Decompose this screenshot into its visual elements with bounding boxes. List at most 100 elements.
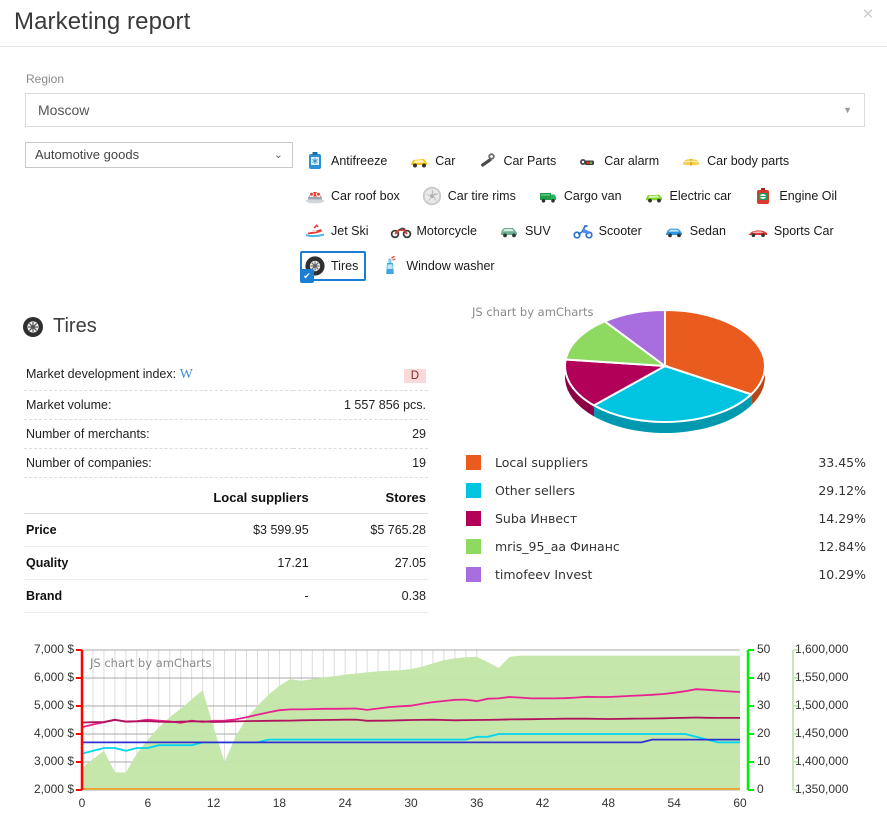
category-item-label: SUV	[524, 223, 551, 238]
line-chart-x-axis-tick: 30	[404, 796, 418, 810]
region-select-value: Moscow	[38, 102, 90, 118]
comparison-cell-local: $3 599.95	[115, 513, 311, 547]
legend-color-swatch	[466, 454, 481, 470]
line-chart-credit: JS chart by amCharts	[90, 656, 212, 670]
legend-item[interactable]: mris_95_аа Финанс 12.84%	[466, 532, 866, 560]
comparison-cell-stores: 0.38	[310, 579, 428, 613]
line-chart-volume-axis-tick: 1,400,000	[795, 754, 849, 768]
line-chart-right-axis-tick: 20	[757, 726, 771, 740]
line-chart: JS chart by amCharts 7,000 $ 6,000 $ 5,000…	[0, 636, 887, 833]
region-select[interactable]: Moscow ▼	[25, 93, 865, 127]
category-item-label: Car tire rims	[447, 188, 516, 203]
line-chart-left-axis-tick: 7,000 $	[33, 642, 74, 656]
category-item-antifreeze[interactable]: Antifreeze	[300, 146, 395, 176]
category-item-sports-car[interactable]: Sports Car	[743, 216, 842, 246]
region-label: Region	[26, 72, 65, 86]
line-chart-left-axis-tick: 3,000 $	[33, 754, 74, 768]
car-parts-icon	[476, 150, 498, 172]
line-chart-volume-axis-tick: 1,350,000	[795, 782, 849, 796]
line-chart-x-axis-tick: 36	[470, 796, 484, 810]
info-row-label: Number of companies:	[24, 448, 293, 478]
category-item-label: Sedan	[689, 223, 726, 238]
info-row-value: 29	[292, 419, 428, 449]
tires-icon	[22, 316, 44, 338]
table-row: Price $3 599.95 $5 765.28	[24, 513, 428, 547]
category-icon-row: Antifreeze Car Car Parts Car alarm Car body …	[300, 143, 880, 178]
line-chart-left-axis-tick: 2,000 $	[33, 782, 74, 796]
market-info-table: Market development index: W D Market volum…	[24, 360, 428, 478]
pie-chart-legend: Local suppliers 33.45% Other sellers 29.12%…	[466, 448, 866, 588]
category-item-sedan[interactable]: Sedan	[659, 216, 734, 246]
engine-oil-icon	[752, 185, 774, 207]
chevron-down-icon: ▼	[843, 105, 852, 115]
category-item-car-alarm[interactable]: Car alarm	[573, 146, 667, 176]
category-item-label: Window washer	[406, 258, 495, 273]
legend-item-value: 33.45%	[818, 454, 866, 470]
comparison-cell-metric: Price	[24, 513, 116, 547]
page-title: Marketing report	[14, 8, 191, 35]
category-item-label: Antifreeze	[331, 153, 388, 168]
wikipedia-link-icon[interactable]: W	[180, 367, 193, 382]
status-badge: D	[403, 368, 426, 383]
legend-item-label: Other sellers	[495, 482, 575, 498]
legend-item[interactable]: Local suppliers 33.45%	[466, 448, 866, 476]
category-item-engine-oil[interactable]: Engine Oil	[748, 181, 845, 211]
table-row: Quality 17.21 27.05	[24, 546, 428, 580]
category-item-car-roof-box[interactable]: Car roof box	[300, 181, 408, 211]
line-chart-right-axis-tick: 50	[757, 642, 771, 656]
info-row: Number of merchants: 29	[24, 419, 428, 449]
info-row-label-text: Number of companies:	[26, 456, 152, 470]
checkmark-icon: ✔	[300, 268, 314, 283]
legend-item[interactable]: Suba Инвест 14.29%	[466, 504, 866, 532]
category-item-label: Engine Oil	[779, 188, 838, 203]
category-item-electric-car[interactable]: Electric car	[639, 181, 740, 211]
car-roof-box-icon	[304, 185, 326, 207]
category-item-label: Car roof box	[331, 188, 400, 203]
category-item-car-parts[interactable]: Car Parts	[472, 146, 564, 176]
category-item-window-washer[interactable]: Window washer	[375, 251, 502, 281]
comparison-column-header: Local suppliers	[115, 482, 311, 514]
category-item-label: Car alarm	[604, 153, 660, 168]
line-chart-x-axis-tick: 54	[667, 796, 681, 810]
category-item-car-tire-rims[interactable]: Car tire rims	[417, 181, 524, 211]
category-item-cargo-van[interactable]: Cargo van	[533, 181, 630, 211]
category-item-label: Car body parts	[707, 153, 790, 168]
category-item-label: Electric car	[669, 188, 732, 203]
category-item-tires[interactable]: ✔ Tires	[300, 250, 367, 283]
comparison-column-header: Stores	[310, 482, 428, 514]
motorcycle-icon	[390, 220, 412, 242]
comparison-cell-local: -	[115, 579, 311, 613]
category-item-label: Sports Car	[773, 223, 834, 238]
legend-item[interactable]: Other sellers 29.12%	[466, 476, 866, 504]
detail-heading: Tires	[22, 315, 97, 338]
line-chart-volume-axis-tick: 1,500,000	[795, 698, 849, 712]
legend-color-swatch	[466, 482, 481, 498]
info-row: Number of companies: 19	[24, 448, 428, 478]
goods-category-select[interactable]: Automotive goods ⌄	[25, 142, 293, 168]
line-chart-x-axis-tick: 12	[206, 796, 221, 810]
line-chart-x-axis-tick: 42	[535, 796, 550, 810]
comparison-cell-stores: $5 765.28	[310, 513, 428, 547]
close-icon[interactable]: ✕	[857, 4, 879, 26]
category-item-jet-ski[interactable]: Jet Ski	[300, 216, 377, 246]
category-item-car-body-parts[interactable]: Car body parts	[676, 146, 797, 176]
sports-car-icon	[747, 220, 769, 242]
comparison-cell-stores: 27.05	[310, 546, 428, 580]
category-item-motorcycle[interactable]: Motorcycle	[386, 216, 485, 246]
category-item-suv[interactable]: SUV	[494, 216, 559, 246]
info-row-label: Market volume:	[24, 390, 293, 420]
line-chart-right-axis-tick: 10	[757, 754, 771, 768]
legend-item-label: mris_95_аа Финанс	[495, 538, 620, 554]
car-icon	[408, 150, 430, 172]
category-item-car[interactable]: Car	[404, 146, 463, 176]
pie-chart: JS chart by amCharts Local suppliers 33.4…	[455, 300, 875, 590]
comparison-cell-metric: Brand	[24, 579, 116, 613]
detail-heading-text: Tires	[53, 315, 97, 337]
window-titlebar: Marketing report ✕	[0, 0, 887, 47]
legend-item[interactable]: timofeev Invest 10.29%	[466, 560, 866, 588]
category-item-scooter[interactable]: Scooter	[568, 216, 650, 246]
info-row-value: 19	[292, 448, 428, 478]
window-washer-icon	[379, 255, 401, 277]
line-chart-left-axis-tick: 6,000 $	[33, 670, 74, 684]
legend-color-swatch	[466, 566, 481, 582]
